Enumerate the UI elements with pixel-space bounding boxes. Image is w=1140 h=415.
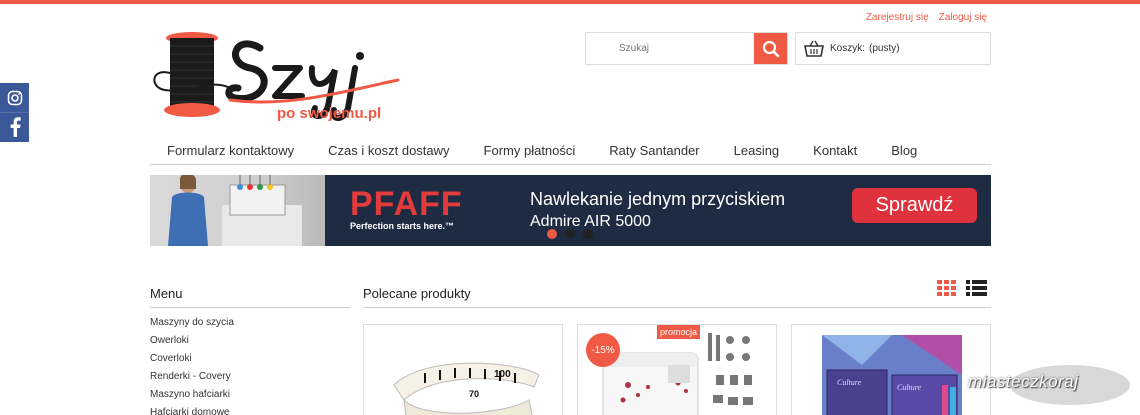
svg-text:Culture: Culture xyxy=(837,378,862,387)
slider-dot-3[interactable] xyxy=(583,229,593,239)
banner-brand: PFAFF xyxy=(350,185,463,223)
list-view-icon[interactable] xyxy=(966,280,987,301)
svg-text:100: 100 xyxy=(494,369,511,380)
product-image-measuring-tape: 100 70 xyxy=(393,362,540,415)
product-card[interactable]: 100 70 xyxy=(363,324,563,415)
cart-status: (pusty) xyxy=(869,43,900,54)
nav-item-santander[interactable]: Raty Santander xyxy=(592,137,716,165)
sidebar-item-coverlocks[interactable]: Coverloki xyxy=(150,351,350,369)
banner-headline: Nawlekanie jednym przyciskiem xyxy=(530,189,786,209)
nav-item-contact-form[interactable]: Formularz kontaktowy xyxy=(150,137,311,165)
cart-widget[interactable]: Koszyk: (pusty) xyxy=(795,32,991,65)
sidebar-item-covers[interactable]: Renderki - Covery xyxy=(150,369,350,387)
sidebar-item-home-embroidery[interactable]: Hafciarki domowe xyxy=(150,405,350,415)
main-nav: Formularz kontaktowy Czas i koszt dostaw… xyxy=(150,137,991,165)
top-accent-bar xyxy=(0,0,1140,4)
sidebar-item-embroidery-machines[interactable]: Maszyno hafciarki xyxy=(150,387,350,405)
slider-dots xyxy=(547,229,593,239)
svg-text:70: 70 xyxy=(469,389,479,399)
search-button[interactable] xyxy=(754,33,787,64)
sidebar-item-overlocks[interactable]: Owerloki xyxy=(150,333,350,351)
banner-brand-tagline: Perfection starts here.™ xyxy=(350,221,455,231)
nav-item-payment[interactable]: Formy płatności xyxy=(467,137,593,165)
featured-title: Polecane produkty xyxy=(363,286,991,308)
product-card[interactable]: Culture Culture xyxy=(791,324,991,415)
discount-badge: -15% xyxy=(586,333,620,367)
login-link[interactable]: Zaloguj się xyxy=(939,12,987,23)
cart-label: Koszyk: xyxy=(830,43,866,54)
nav-item-delivery[interactable]: Czas i koszt dostawy xyxy=(311,137,466,165)
search-icon xyxy=(762,40,779,57)
banner-cta-button[interactable]: Sprawdź xyxy=(852,188,977,223)
sidebar-item-sewing-machines[interactable]: Maszyny do szycia xyxy=(150,315,350,333)
sidebar-title: Menu xyxy=(150,286,350,308)
search-box xyxy=(585,32,788,65)
slider-dot-2[interactable] xyxy=(565,229,575,239)
instagram-icon[interactable] xyxy=(0,83,29,112)
product-card[interactable]: promocja -15% xyxy=(577,324,777,415)
register-link[interactable]: Zarejestruj się xyxy=(866,12,929,23)
sidebar-menu: Maszyny do szycia Owerloki Coverloki Ren… xyxy=(150,315,350,415)
user-links: Zarejestruj się Zaloguj się xyxy=(866,12,987,23)
product-image-sewing-kit-box: Culture Culture xyxy=(822,335,962,415)
slider-dot-1[interactable] xyxy=(547,229,557,239)
grid-view-icon[interactable] xyxy=(937,280,957,301)
basket-icon xyxy=(804,40,824,57)
social-sidebar xyxy=(0,83,29,142)
promo-banner[interactable]: PFAFF Perfection starts here.™ Nawlekani… xyxy=(150,175,991,246)
nav-item-leasing[interactable]: Leasing xyxy=(717,137,797,165)
watermark-text: miasteczkoraj xyxy=(968,372,1079,391)
promo-badge: promocja xyxy=(657,325,701,339)
nav-item-contact[interactable]: Kontakt xyxy=(796,137,874,165)
nav-item-blog[interactable]: Blog xyxy=(874,137,934,165)
banner-photo xyxy=(150,175,325,246)
svg-text:Culture: Culture xyxy=(897,383,922,392)
logo-subtitle: po swojemu.pl xyxy=(277,105,382,122)
search-input[interactable] xyxy=(586,33,754,64)
facebook-icon[interactable] xyxy=(0,112,29,141)
